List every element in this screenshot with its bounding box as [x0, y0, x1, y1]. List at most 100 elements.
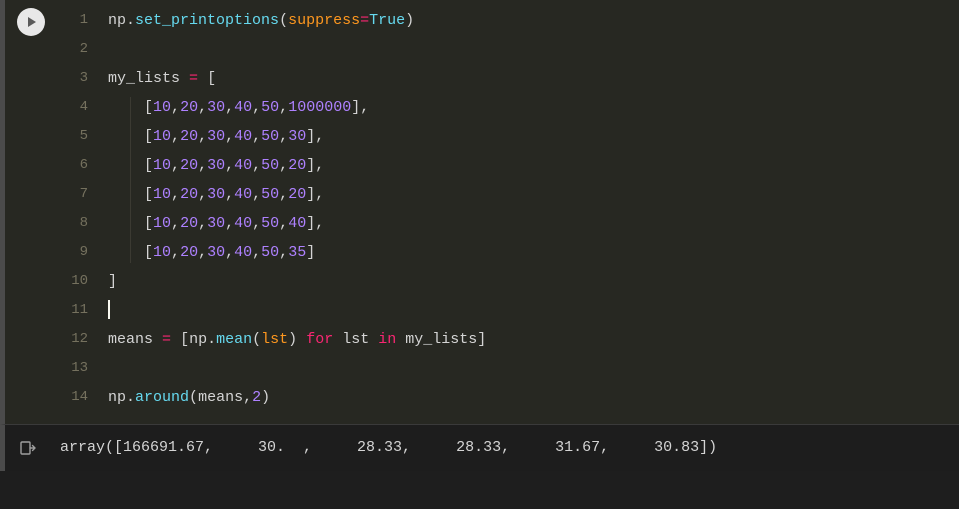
code-line[interactable] [108, 35, 959, 64]
code-line[interactable]: [10,20,30,40,50,1000000], [108, 93, 959, 122]
code-token: 10 [153, 99, 171, 116]
code-token: 20 [180, 128, 198, 145]
line-number: 3 [60, 64, 88, 93]
line-number: 9 [60, 238, 88, 267]
code-token: , [243, 389, 252, 406]
code-token: 10 [153, 244, 171, 261]
code-token [108, 99, 144, 116]
code-token: = [360, 12, 369, 29]
code-line[interactable] [108, 354, 959, 383]
code-line[interactable]: [10,20,30,40,50,40], [108, 209, 959, 238]
code-token: , [225, 157, 234, 174]
code-token: ) [405, 12, 414, 29]
code-token: ] [108, 273, 117, 290]
code-token: 2 [252, 389, 261, 406]
code-token: 30 [207, 157, 225, 174]
code-token: means [198, 389, 243, 406]
code-token [108, 244, 144, 261]
code-token: , [171, 128, 180, 145]
line-number: 2 [60, 35, 88, 64]
output-gutter [5, 437, 60, 459]
code-token [297, 331, 306, 348]
code-line[interactable]: [10,20,30,40,50,20], [108, 180, 959, 209]
code-token: ], [351, 99, 369, 116]
code-token: np [189, 331, 207, 348]
code-token: , [225, 99, 234, 116]
line-numbers: 1234567891011121314 [60, 6, 94, 412]
code-token: 50 [261, 215, 279, 232]
code-token: 1000000 [288, 99, 351, 116]
code-token: , [171, 244, 180, 261]
code-token [108, 186, 144, 203]
line-number: 5 [60, 122, 88, 151]
code-editor[interactable]: 1234567891011121314 np.set_printoptions(… [60, 0, 959, 424]
code-line[interactable]: means = [np.mean(lst) for lst in my_list… [108, 325, 959, 354]
line-number: 1 [60, 6, 88, 35]
code-token: [ [144, 157, 153, 174]
code-token: ( [252, 331, 261, 348]
code-token: 20 [288, 186, 306, 203]
code-token: 30 [288, 128, 306, 145]
output-area: array([166691.67, 30. , 28.33, 28.33, 31… [0, 424, 959, 471]
code-content[interactable]: np.set_printoptions(suppress=True) my_lis… [94, 6, 959, 412]
code-line[interactable]: np.set_printoptions(suppress=True) [108, 6, 959, 35]
code-token: , [198, 99, 207, 116]
code-token: , [171, 157, 180, 174]
code-token: np [108, 12, 126, 29]
code-token: 40 [234, 157, 252, 174]
code-token: 30 [207, 186, 225, 203]
code-line[interactable]: np.around(means,2) [108, 383, 959, 412]
code-token: ], [306, 186, 324, 203]
code-token [369, 331, 378, 348]
code-line[interactable]: [10,20,30,40,50,35] [108, 238, 959, 267]
code-token: 50 [261, 244, 279, 261]
line-number: 10 [60, 267, 88, 296]
code-token: True [369, 12, 405, 29]
code-token: , [225, 244, 234, 261]
code-token: 35 [288, 244, 306, 261]
code-token: , [279, 128, 288, 145]
code-token: [ [144, 215, 153, 232]
line-number: 12 [60, 325, 88, 354]
code-token: means [108, 331, 153, 348]
code-token: lst [342, 331, 369, 348]
code-token: , [279, 99, 288, 116]
code-token: , [252, 244, 261, 261]
line-number: 6 [60, 151, 88, 180]
code-token: ( [279, 12, 288, 29]
code-token: 40 [234, 244, 252, 261]
code-line[interactable]: ] [108, 267, 959, 296]
code-token: 30 [207, 99, 225, 116]
run-button[interactable] [17, 8, 45, 36]
text-cursor [108, 300, 110, 319]
code-token: , [198, 157, 207, 174]
code-token: 50 [261, 157, 279, 174]
line-number: 13 [60, 354, 88, 383]
code-token: 20 [288, 157, 306, 174]
code-line[interactable]: [10,20,30,40,50,20], [108, 151, 959, 180]
code-line[interactable]: my_lists = [ [108, 64, 959, 93]
code-line[interactable]: [10,20,30,40,50,30], [108, 122, 959, 151]
code-token: [ [144, 186, 153, 203]
line-number: 14 [60, 383, 88, 412]
code-token: 30 [207, 128, 225, 145]
code-token: ], [306, 128, 324, 145]
code-token: , [198, 186, 207, 203]
code-token: , [279, 244, 288, 261]
code-token: 40 [234, 186, 252, 203]
code-token: for [306, 331, 333, 348]
code-line[interactable] [108, 296, 959, 325]
code-token [108, 157, 144, 174]
code-token: ) [288, 331, 297, 348]
output-icon [19, 439, 37, 459]
line-number: 8 [60, 209, 88, 238]
code-token: , [225, 215, 234, 232]
code-token: [ [144, 128, 153, 145]
play-icon [24, 15, 38, 29]
code-token: 10 [153, 128, 171, 145]
code-token: , [279, 186, 288, 203]
code-token: ] [477, 331, 486, 348]
code-token: 10 [153, 186, 171, 203]
code-token: , [171, 99, 180, 116]
code-token [180, 70, 189, 87]
